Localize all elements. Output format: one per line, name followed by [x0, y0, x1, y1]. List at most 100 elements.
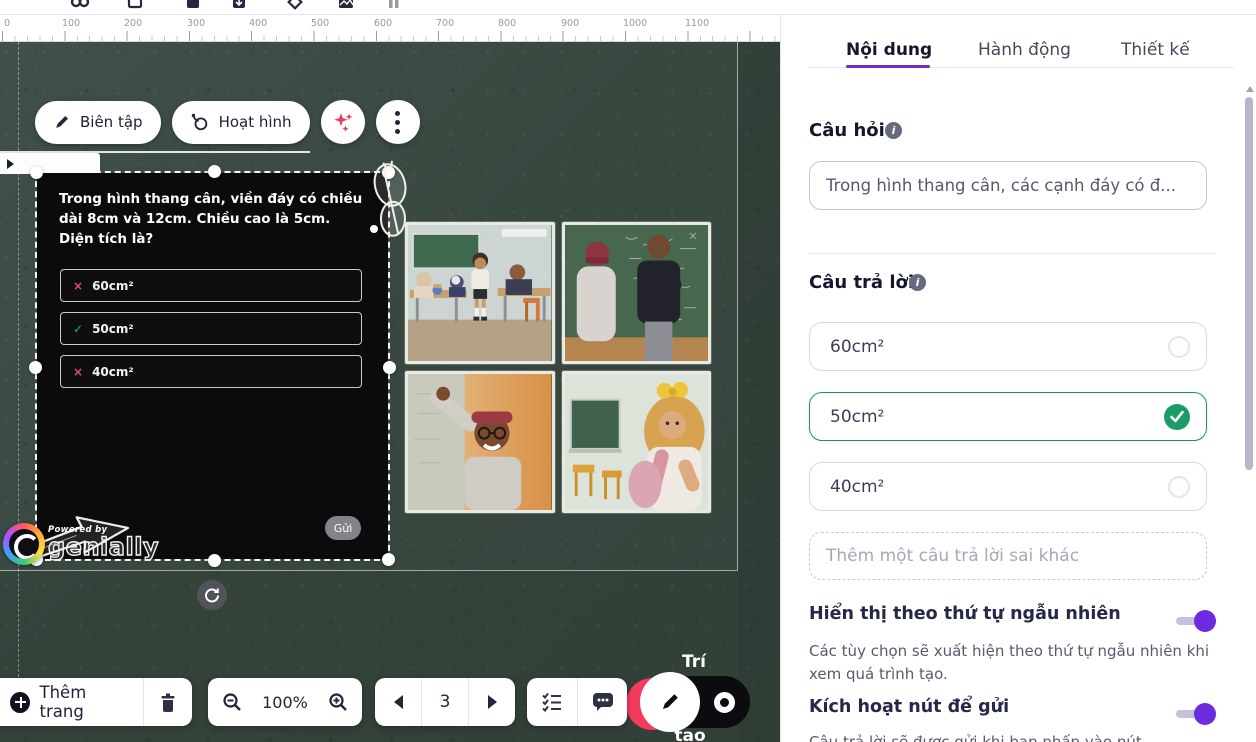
checklist-button[interactable]	[527, 678, 577, 726]
question-input[interactable]	[809, 161, 1207, 210]
answer-label: 40cm²	[830, 477, 1168, 497]
image-icon[interactable]	[336, 0, 356, 12]
page-nav-pill: 3	[375, 678, 515, 726]
random-order-toggle[interactable]	[1176, 610, 1216, 632]
quiz-option-label: 50cm²	[92, 322, 134, 336]
resize-handle-w[interactable]	[29, 361, 42, 374]
ruler-label: 1100	[685, 18, 709, 29]
quiz-option-1[interactable]: × 60cm²	[60, 269, 362, 302]
ruler-label: 900	[561, 18, 579, 29]
ai-sparkles-button[interactable]	[321, 100, 365, 144]
editor-canvas[interactable]: Biên tập Hoạt hình	[0, 42, 780, 742]
tab-noi-dung[interactable]: Nội dung	[846, 40, 932, 60]
edit-button[interactable]: Biên tập	[35, 101, 161, 144]
submit-button-label: Kích hoạt nút để gửi	[809, 697, 1009, 717]
next-page-button[interactable]	[469, 678, 515, 726]
delete-page-button[interactable]	[144, 678, 192, 726]
zoom-out-button[interactable]	[208, 678, 256, 726]
columns-icon[interactable]	[384, 0, 404, 12]
slide-right-edge	[737, 42, 738, 570]
quiz-option-label: 60cm²	[92, 279, 134, 293]
frame-icon[interactable]	[125, 0, 145, 12]
wrong-icon: ×	[73, 279, 83, 293]
ai-label-top: Trí	[664, 652, 724, 672]
rotate-icon	[204, 587, 220, 603]
quiz-question-text: Trong hình thang cân, viền đáy có chiều …	[59, 189, 367, 249]
info-icon[interactable]: i	[885, 122, 902, 139]
answer-row-2[interactable]: 50cm²	[809, 392, 1207, 441]
canvas-outside-area	[738, 42, 780, 742]
info-icon[interactable]: i	[909, 274, 926, 291]
shape-icon[interactable]	[183, 0, 203, 12]
previous-page-button[interactable]	[375, 678, 421, 726]
active-tab-underline	[846, 65, 930, 68]
download-icon[interactable]	[229, 0, 249, 12]
panel-scrollbar[interactable]	[1245, 97, 1253, 470]
ruler-label: 700	[436, 18, 454, 29]
plus-icon	[10, 692, 30, 713]
zoom-in-button[interactable]	[314, 678, 362, 726]
submit-button[interactable]: Gửi	[325, 516, 361, 540]
photo-classroom-wide	[405, 222, 555, 364]
link-icon[interactable]	[70, 0, 90, 12]
ruler-label: 0	[4, 18, 10, 29]
correct-icon: ✓	[73, 322, 83, 336]
resize-handle-nw[interactable]	[30, 166, 43, 179]
ruler-label: 400	[249, 18, 267, 29]
edit-button-label: Biên tập	[80, 113, 143, 131]
sticker-handle[interactable]	[370, 225, 378, 233]
answers-section-title: Câu trả lời	[809, 272, 914, 293]
vertical-guide-line	[18, 42, 19, 697]
radio-unchecked-icon[interactable]	[1168, 336, 1190, 358]
answer-row-1[interactable]: 60cm²	[809, 322, 1207, 371]
tab-thiet-ke[interactable]: Thiết kế	[1121, 40, 1190, 60]
resize-handle-se[interactable]	[382, 553, 395, 566]
pencil-icon	[53, 113, 71, 131]
resize-handle-n[interactable]	[208, 165, 221, 178]
answer-row-3[interactable]: 40cm²	[809, 462, 1207, 511]
classroom-photo-grid[interactable]	[405, 222, 711, 513]
correct-check-icon[interactable]	[1164, 404, 1190, 430]
ai-edit-button[interactable]	[640, 672, 700, 732]
zoom-level[interactable]: 100%	[256, 678, 314, 726]
current-page-indicator: 3	[422, 678, 468, 726]
resize-handle-e[interactable]	[383, 361, 396, 374]
zoom-pill: 100%	[208, 678, 362, 726]
previous-icon	[394, 695, 403, 709]
ruler-label: 600	[374, 18, 392, 29]
comments-button[interactable]	[578, 678, 627, 726]
top-toolbar	[0, 0, 1256, 15]
photo-boy-writing	[405, 371, 555, 513]
resize-handle-s[interactable]	[208, 554, 221, 567]
submit-button-description: Câu trả lời sẽ được gửi khi bạn nhấn vào…	[809, 731, 1221, 742]
photo-students-chalkboard	[562, 222, 712, 364]
ruler-label: 300	[187, 18, 205, 29]
slide-bottom-edge	[0, 570, 738, 571]
diamond-icon[interactable]	[285, 0, 305, 12]
answer-label: 50cm²	[830, 407, 1164, 427]
quiz-option-3[interactable]: × 40cm²	[60, 355, 362, 388]
radio-unchecked-icon[interactable]	[1168, 476, 1190, 498]
quiz-option-label: 40cm²	[92, 365, 134, 379]
animation-button[interactable]: Hoạt hình	[172, 101, 310, 144]
genially-editor: 0 100 200 300 400 500 600 700 800 900 10…	[0, 0, 1256, 742]
section-divider	[809, 253, 1215, 254]
tab-hanh-dong[interactable]: Hành động	[978, 40, 1071, 60]
genially-branding: Powered by genially	[3, 523, 159, 565]
next-icon	[488, 695, 497, 709]
scroll-up-arrow[interactable]	[1246, 86, 1254, 92]
kebab-icon	[395, 111, 400, 134]
quiz-option-2[interactable]: ✓ 50cm²	[60, 312, 362, 345]
random-order-label: Hiển thị theo thứ tự ngẫu nhiên	[809, 604, 1121, 624]
rotate-handle[interactable]	[197, 580, 227, 610]
ai-eye-icon[interactable]	[714, 692, 735, 713]
submit-button-toggle[interactable]	[1176, 703, 1216, 725]
more-options-button[interactable]	[376, 100, 420, 144]
comment-icon	[592, 692, 614, 712]
question-section-title: Câu hỏi	[809, 120, 885, 141]
add-page-label: Thêm trang	[40, 683, 129, 721]
add-page-button[interactable]: Thêm trang	[0, 678, 143, 726]
animation-icon	[190, 112, 210, 132]
checklist-icon	[541, 692, 563, 712]
add-answer-input[interactable]	[809, 532, 1207, 580]
